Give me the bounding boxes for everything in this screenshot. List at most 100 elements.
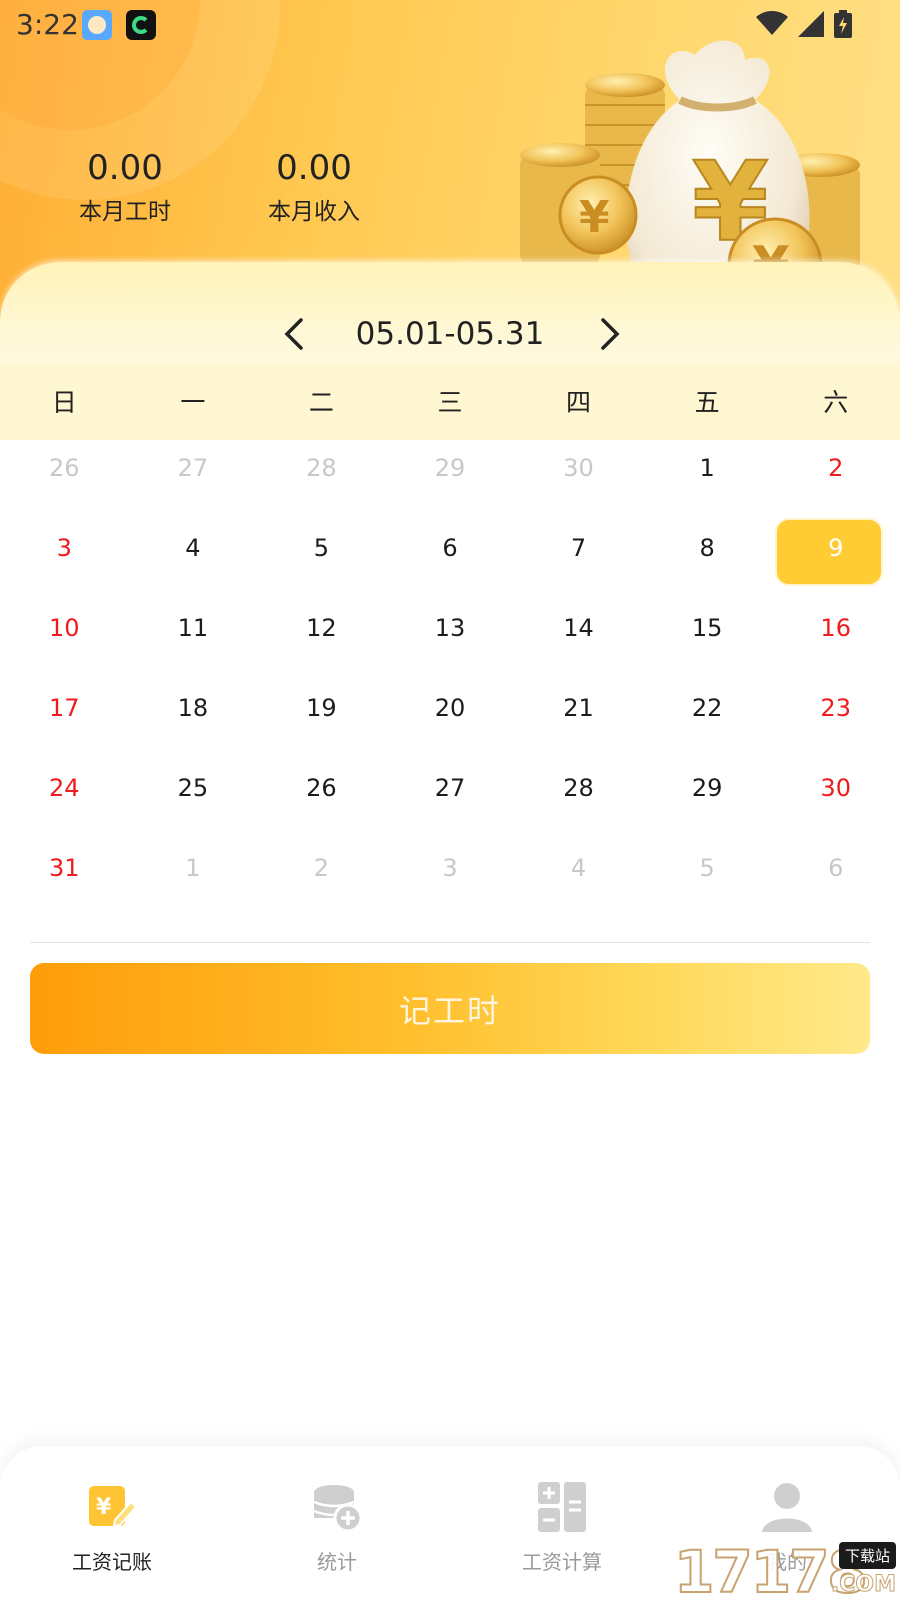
calendar-day-number: 25: [177, 774, 209, 802]
monthly-income-value: 0.00: [276, 148, 352, 188]
calendar-day[interactable]: 19: [257, 680, 386, 760]
calendar-day[interactable]: 14: [514, 600, 643, 680]
calendar-day-number: 1: [699, 454, 715, 482]
calendar-day-number: 17: [49, 694, 80, 722]
profile-icon: [762, 1483, 812, 1532]
calendar-day[interactable]: 25: [129, 760, 258, 840]
nav-item-statistics[interactable]: 统计: [257, 1480, 417, 1575]
calendar-day[interactable]: 4: [129, 520, 258, 600]
divider: [30, 942, 870, 943]
calendar-day-number: 28: [306, 454, 337, 482]
calendar-day-number: 22: [691, 694, 723, 722]
wifi-icon: [756, 11, 788, 35]
calendar-day[interactable]: 27: [129, 440, 258, 520]
previous-month-button[interactable]: [276, 314, 312, 354]
calendar-day-number: 29: [434, 454, 466, 482]
calendar-day[interactable]: 11: [129, 600, 258, 680]
calendar-day[interactable]: 2: [257, 840, 386, 920]
calendar-day[interactable]: 28: [514, 760, 643, 840]
calendar-day[interactable]: 13: [386, 600, 515, 680]
calendar-day[interactable]: 6: [771, 840, 900, 920]
monthly-hours-value: 0.00: [87, 148, 163, 188]
chevron-left-icon: [284, 318, 303, 350]
nav-item-calculator[interactable]: 工资计算: [482, 1480, 642, 1575]
status-time: 3:22: [16, 8, 79, 41]
weekday-sun: 日: [51, 388, 77, 417]
calendar-day[interactable]: 12: [257, 600, 386, 680]
calendar-day[interactable]: 3: [0, 520, 129, 600]
calendar-day-selected[interactable]: 9: [771, 520, 900, 600]
calendar-day[interactable]: 10: [0, 600, 129, 680]
calendar-day[interactable]: 27: [386, 760, 515, 840]
watermark-suffix: .COM: [830, 1572, 896, 1598]
weekday-header: 日 一 二 三 四 五 六: [0, 362, 900, 440]
calendar-day[interactable]: 7: [514, 520, 643, 600]
svg-text:¥: ¥: [96, 1495, 112, 1520]
calendar-day[interactable]: 2: [771, 440, 900, 520]
calendar-day[interactable]: 31: [0, 840, 129, 920]
calendar-day-number: 18: [177, 694, 209, 722]
statistics-icon: [313, 1485, 363, 1533]
calendar-grid: 26 27 28 29 30 1 2 3 4 5 6 7 8 9 10 11 12 13 14 15 16 17 18 19 2…: [0, 440, 900, 920]
calendar-day-number: 29: [691, 774, 723, 802]
calendar-day[interactable]: 5: [257, 520, 386, 600]
calendar-day-number: 1: [185, 854, 201, 882]
date-range-navigator: 05.01-05.31: [0, 310, 900, 360]
calendar-day[interactable]: 26: [0, 440, 129, 520]
calendar-day[interactable]: 24: [0, 760, 129, 840]
calendar-day-number: 6: [442, 534, 458, 562]
calendar-day[interactable]: 15: [643, 600, 772, 680]
calendar-day-number: 2: [313, 854, 330, 882]
status-bar: 3:22: [0, 0, 900, 48]
calendar-day-number: 3: [56, 534, 72, 562]
record-hours-button[interactable]: 记工时: [30, 963, 870, 1054]
nav-label-wage-record: 工资记账: [72, 1550, 152, 1574]
calendar-day[interactable]: 20: [386, 680, 515, 760]
calendar-day[interactable]: 17: [0, 680, 129, 760]
calendar-day-number: 8: [699, 534, 715, 562]
calendar-day[interactable]: 29: [643, 760, 772, 840]
monthly-hours-label: 本月工时: [79, 199, 171, 225]
calendar-day[interactable]: 6: [386, 520, 515, 600]
calendar-day-number: 5: [699, 854, 715, 882]
weekday-mon: 一: [180, 388, 206, 417]
chevron-right-icon: [601, 318, 620, 350]
next-month-button[interactable]: [592, 314, 628, 354]
nav-item-wage-record[interactable]: ¥ 工资记账: [32, 1480, 192, 1575]
calendar-day[interactable]: 21: [514, 680, 643, 760]
sleep-app-icon: [126, 10, 156, 40]
calendar-day[interactable]: 1: [643, 440, 772, 520]
calendar-day[interactable]: 28: [257, 440, 386, 520]
weekday-thu: 四: [566, 388, 592, 417]
weekday-fri: 五: [694, 388, 720, 417]
calendar-day[interactable]: 26: [257, 760, 386, 840]
wage-calendar-screen: ¥ ¥ ¥ 3:22 0.00: [0, 0, 900, 1600]
calendar-day-number: 20: [434, 694, 466, 722]
calendar-day[interactable]: 18: [129, 680, 258, 760]
weekday-wed: 三: [437, 388, 463, 417]
calendar-day[interactable]: 16: [771, 600, 900, 680]
calendar-day-number: 10: [49, 614, 80, 642]
calendar-day-number: 27: [177, 454, 209, 482]
calendar-day[interactable]: 1: [129, 840, 258, 920]
calendar-day[interactable]: 30: [514, 440, 643, 520]
calendar-day[interactable]: 23: [771, 680, 900, 760]
calendar-day-number: 12: [306, 614, 337, 642]
calendar-day[interactable]: 4: [514, 840, 643, 920]
calendar-day-number: 28: [563, 774, 594, 802]
calendar-day-number: 30: [820, 774, 851, 802]
calendar-day[interactable]: 30: [771, 760, 900, 840]
watermark-tag: 下载站: [838, 1542, 896, 1569]
calendar-day-number: 6: [828, 854, 844, 882]
header-banner: ¥ ¥ ¥ 3:22 0.00: [0, 0, 900, 362]
calendar-day-number: 11: [177, 614, 209, 642]
calendar-day[interactable]: 5: [643, 840, 772, 920]
calendar-day[interactable]: 29: [386, 440, 515, 520]
calendar-day-number: 9: [828, 534, 844, 562]
calendar-day[interactable]: 22: [643, 680, 772, 760]
calendar-day-number: 23: [820, 694, 851, 722]
calendar-day[interactable]: 3: [386, 840, 515, 920]
calendar-day[interactable]: 8: [643, 520, 772, 600]
app-notification-icon: [82, 10, 112, 40]
nav-label-calculator: 工资计算: [522, 1550, 602, 1574]
